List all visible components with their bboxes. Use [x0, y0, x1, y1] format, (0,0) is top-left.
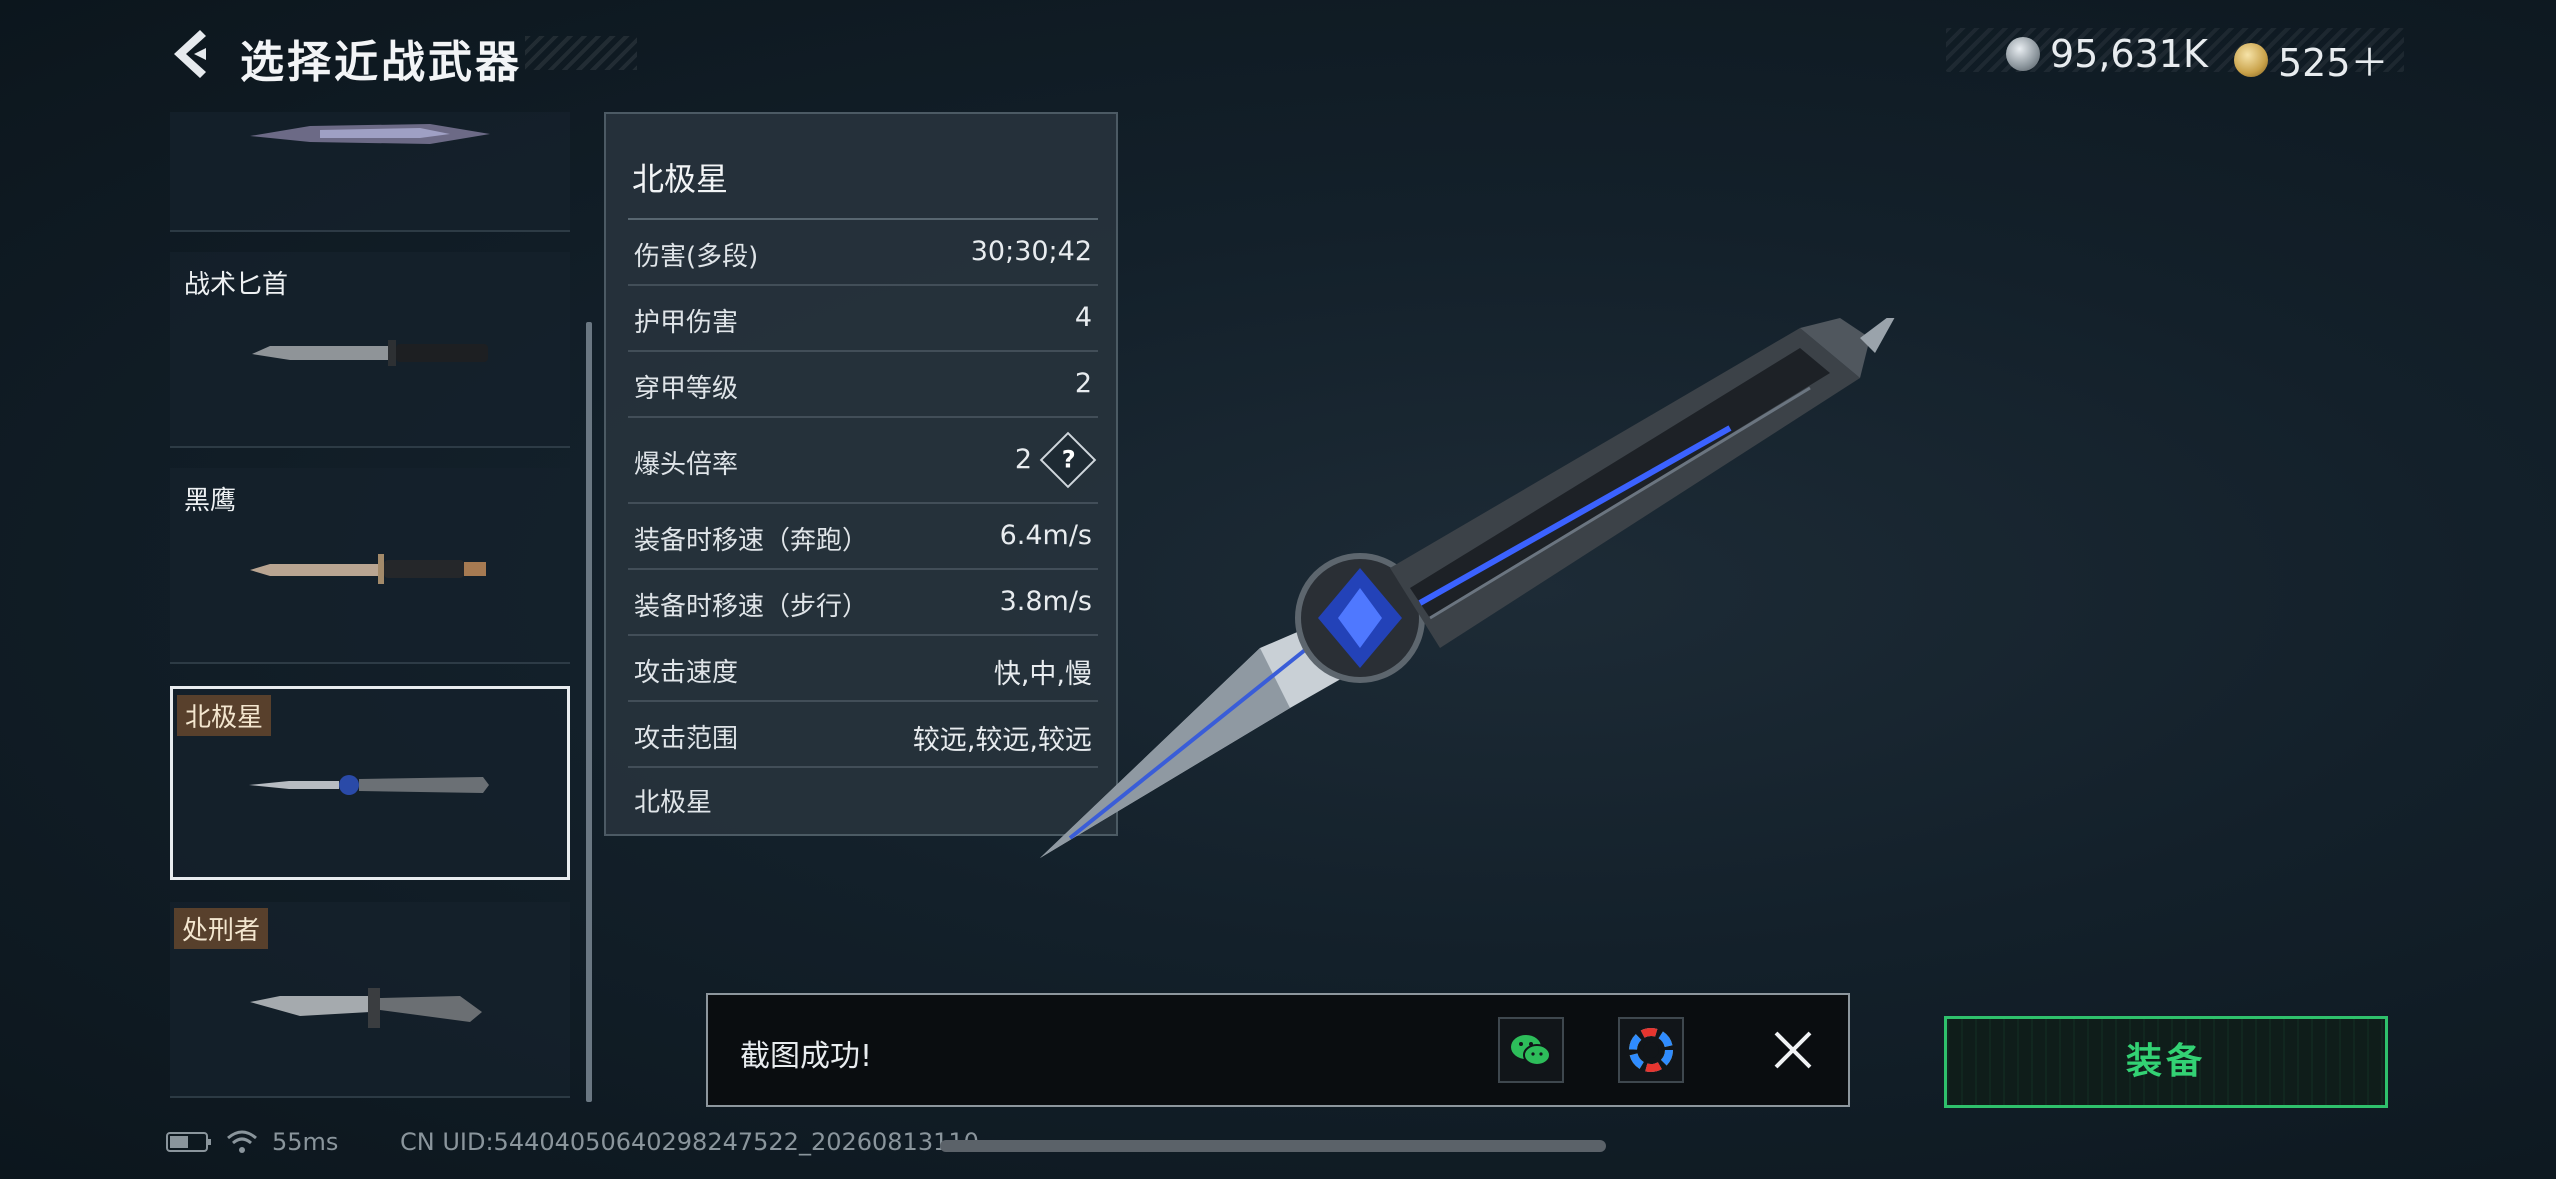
close-toast-button[interactable] [1768, 1025, 1818, 1075]
list-scrollbar[interactable] [586, 322, 592, 1102]
stat-row: 护甲伤害 4 [628, 286, 1098, 352]
weapon-thumbnail [249, 775, 489, 795]
stat-label: 装备时移速（奔跑） [634, 526, 869, 556]
weapon-card[interactable]: 处刑者 [170, 902, 570, 1098]
stat-label: 攻击范围 [634, 724, 739, 754]
equip-label: 装备 [2125, 1041, 2206, 1082]
currency-silver[interactable]: 95,631K [2006, 32, 2208, 76]
back-button[interactable] [166, 28, 216, 80]
currency-gold[interactable]: 525＋ [2234, 32, 2389, 87]
photos-icon [1629, 1028, 1673, 1072]
weapon-name: 黑鹰 [184, 486, 237, 516]
stat-row: 爆头倍率 2 ? [628, 418, 1098, 504]
weapon-description: 北极星 [634, 788, 713, 818]
weapon-card[interactable]: 黑鹰 [170, 468, 570, 664]
back-arrow-icon [174, 30, 206, 78]
home-indicator[interactable] [940, 1140, 1606, 1152]
stat-row: 攻击速度 快,中,慢 [628, 636, 1098, 702]
stat-label: 爆头倍率 [634, 450, 739, 480]
weapon-thumbnail [250, 554, 486, 584]
page-title: 选择近战武器 [240, 37, 522, 88]
currency-silver-value: 95,631K [2050, 32, 2208, 76]
stat-label: 攻击速度 [634, 658, 739, 688]
weapon-card[interactable] [170, 112, 570, 232]
stat-row: 装备时移速（步行） 3.8m/s [628, 570, 1098, 636]
weapon-name: 北极星 [177, 695, 272, 736]
weapon-card[interactable]: 战术匕首 [170, 252, 570, 448]
wifi-icon [227, 1130, 257, 1153]
wechat-icon [1511, 1035, 1551, 1066]
weapon-name: 战术匕首 [184, 270, 289, 300]
currency-bar: 95,631K 525＋ [1946, 28, 2404, 85]
weapon-name: 处刑者 [174, 908, 269, 949]
battery-icon [166, 1132, 211, 1152]
share-photos-button[interactable] [1618, 1017, 1684, 1083]
weapon-thumbnail [250, 988, 482, 1028]
screenshot-toast: 截图成功! [706, 993, 1850, 1107]
equip-button[interactable]: 装备 [1944, 1016, 2388, 1108]
weapon-list[interactable]: 战术匕首 黑鹰 北极星 处刑者 [170, 112, 570, 1112]
stat-row: 伤害(多段) 30;30;42 [628, 220, 1098, 286]
weapon-card-selected[interactable]: 北极星 [170, 686, 570, 880]
stat-label: 穿甲等级 [634, 374, 739, 404]
weapon-thumbnail [252, 340, 488, 366]
close-icon [1774, 1031, 1812, 1069]
device-status: 55ms [166, 1128, 338, 1156]
stat-label: 装备时移速（步行） [634, 592, 869, 622]
currency-gold-value: 525＋ [2278, 41, 2389, 85]
stat-row: 攻击范围 较远,较远,较远 [628, 702, 1098, 768]
weapon-3d-preview[interactable] [1030, 318, 1980, 878]
stat-label: 伤害(多段) [634, 242, 759, 272]
silver-coin-icon [2006, 37, 2040, 71]
weapon-thumbnail [250, 124, 490, 144]
stat-value: 30;30;42 [970, 236, 1092, 267]
share-wechat-button[interactable] [1498, 1017, 1564, 1083]
user-uid: CN UID:5440405064029824​7522_20260813110 [400, 1128, 979, 1156]
ping-value: 55ms [272, 1128, 339, 1156]
toast-message: 截图成功! [740, 1039, 873, 1074]
stat-label: 护甲伤害 [634, 308, 739, 338]
weapon-title: 北极星 [632, 160, 729, 198]
gold-triangle-coin-icon [2234, 42, 2268, 77]
stat-row: 装备时移速（奔跑） 6.4m/s [628, 504, 1098, 570]
title-decoration [525, 36, 637, 70]
stat-row: 穿甲等级 2 [628, 352, 1098, 418]
